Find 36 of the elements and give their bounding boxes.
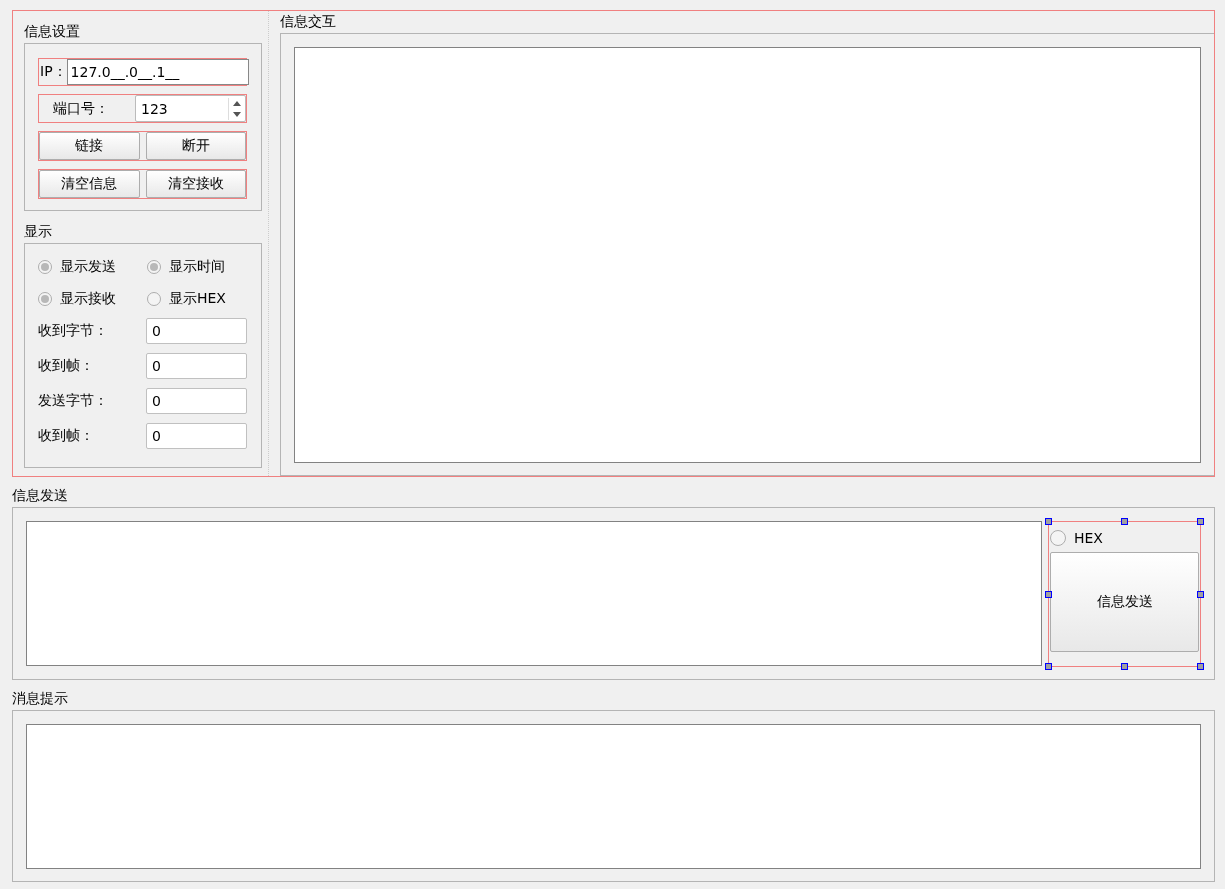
counter-label: 发送字节： <box>38 392 108 410</box>
counter-label: 收到字节： <box>38 322 108 340</box>
port-spinbox[interactable]: 123 <box>135 95 246 122</box>
counter-label: 收到帧： <box>38 427 94 445</box>
send-button[interactable]: 信息发送 <box>1050 552 1199 652</box>
selection-handle[interactable] <box>1121 663 1128 670</box>
action-button[interactable]: 清空信息 <box>39 170 140 198</box>
selection-handle[interactable] <box>1197 663 1204 670</box>
ip-field[interactable]: 127.0__.0__.1__ <box>66 59 249 85</box>
counter-field[interactable]: 0 <box>146 388 247 414</box>
group-title: 信息设置 <box>24 22 81 40</box>
counter-field[interactable]: 0 <box>146 423 247 449</box>
radio-option[interactable]: 显示发送 <box>38 258 147 276</box>
selection-handle[interactable] <box>1197 591 1204 598</box>
selection-handle[interactable] <box>1045 518 1052 525</box>
spin-arrows-icon[interactable] <box>228 97 243 120</box>
port-label: 端口号： <box>52 99 110 118</box>
selection-handle[interactable] <box>1121 518 1128 525</box>
action-button[interactable]: 断开 <box>145 132 246 160</box>
radio-option[interactable]: 显示时间 <box>147 258 247 276</box>
radio-option[interactable]: 显示HEX <box>147 290 247 308</box>
counter-field[interactable]: 0 <box>146 318 247 344</box>
selection-handle[interactable] <box>1197 518 1204 525</box>
group-title: 显示 <box>24 222 53 240</box>
group-title: 信息交互 <box>280 12 337 30</box>
radio-option[interactable]: 显示接收 <box>38 290 147 308</box>
counter-label: 收到帧： <box>38 357 94 375</box>
group-title: 信息发送 <box>12 486 69 505</box>
ip-label: IP： <box>39 63 67 81</box>
counter-field[interactable]: 0 <box>146 353 247 379</box>
action-button[interactable]: 链接 <box>39 132 140 160</box>
action-button[interactable]: 清空接收 <box>145 170 246 198</box>
selection-handle[interactable] <box>1045 591 1052 598</box>
radio-option[interactable]: HEX <box>1050 529 1199 547</box>
group-title: 消息提示 <box>12 689 69 708</box>
selection-handle[interactable] <box>1045 663 1052 670</box>
